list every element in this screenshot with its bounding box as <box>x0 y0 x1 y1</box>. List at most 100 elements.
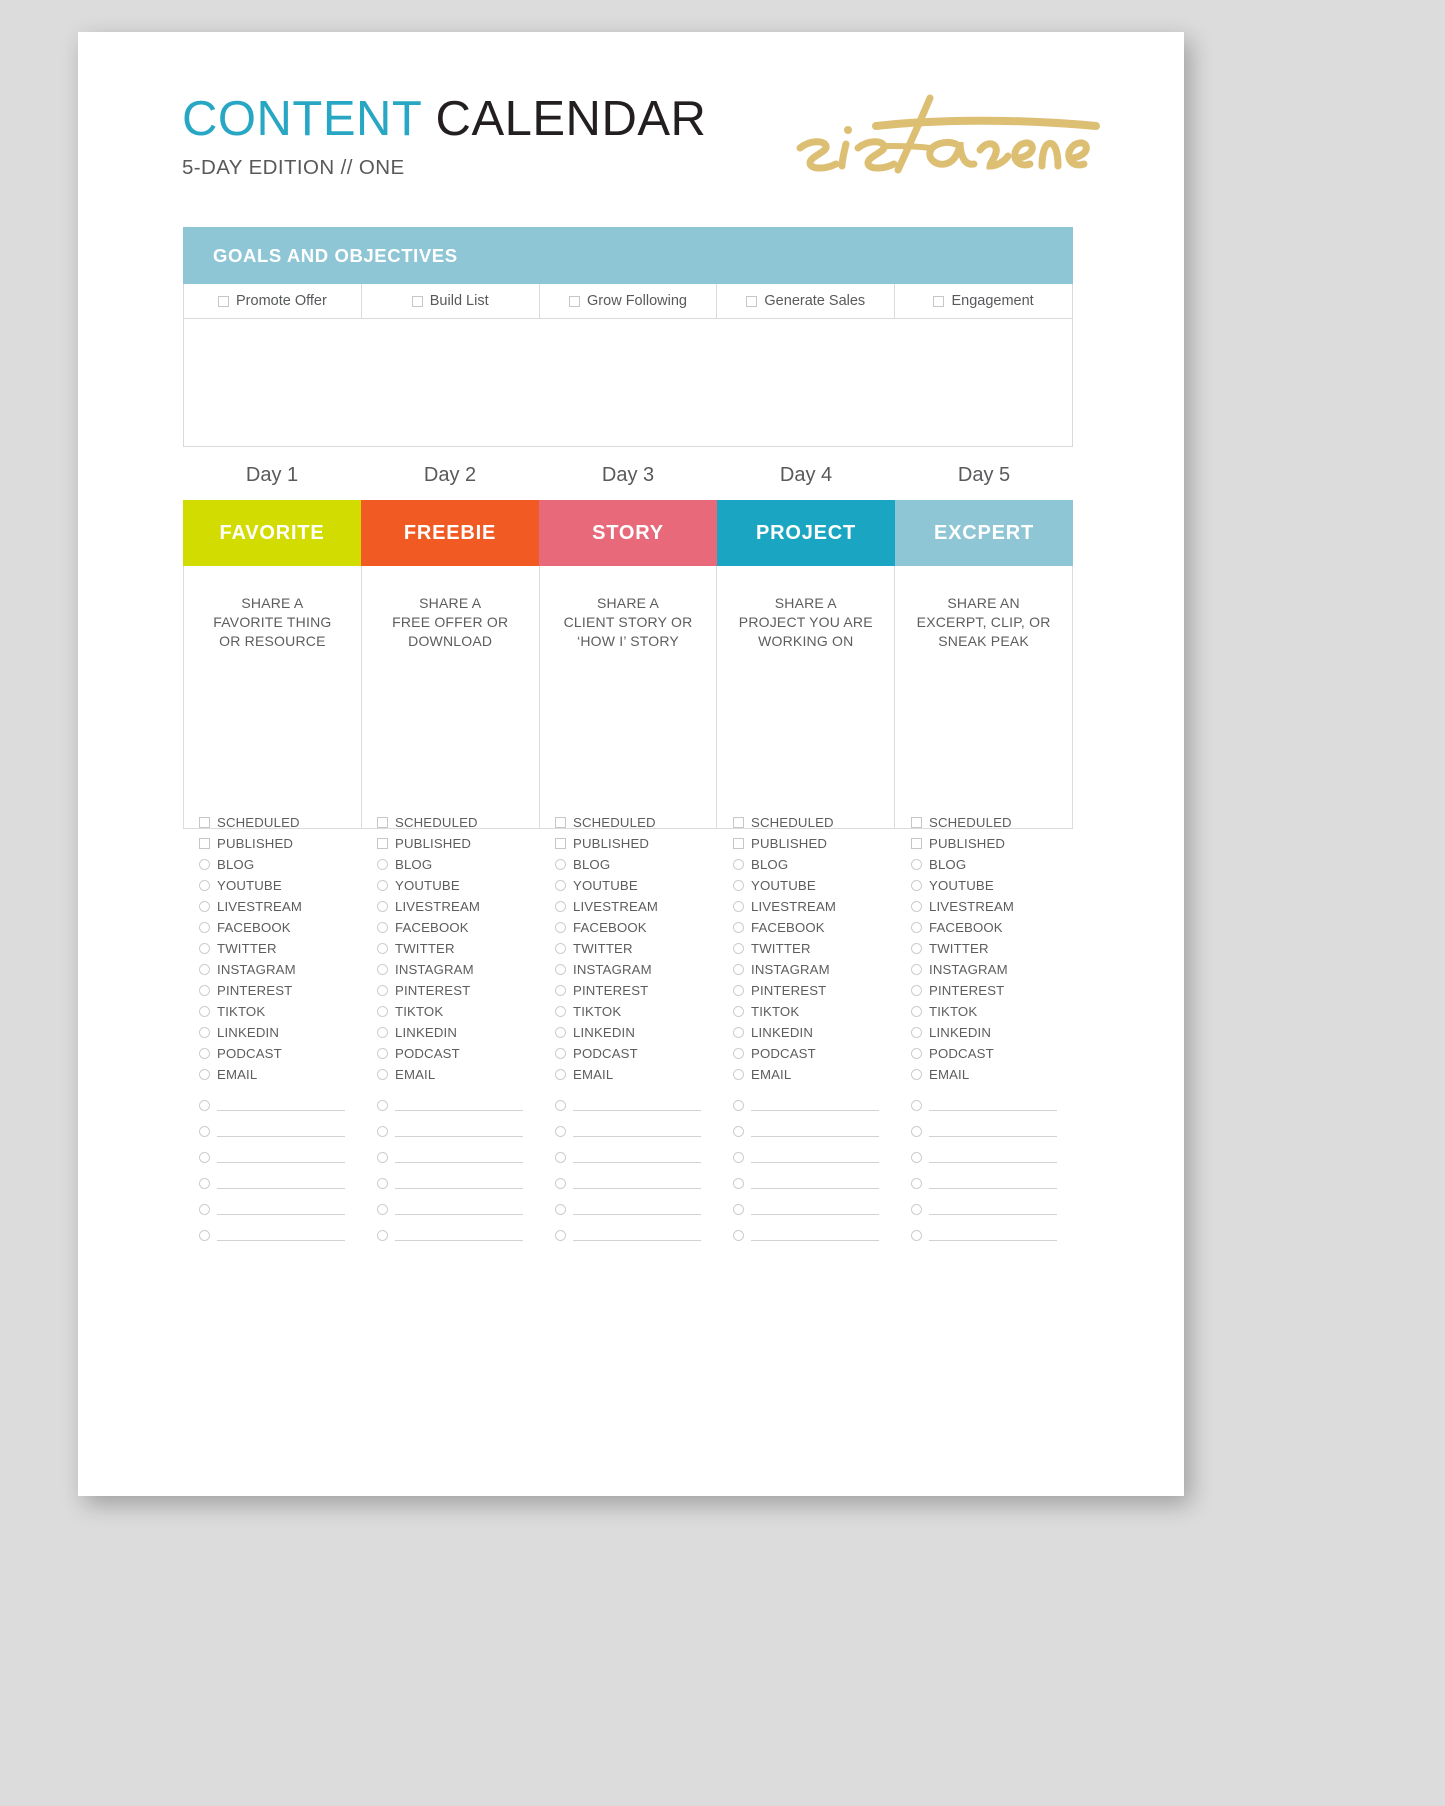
checklist-custom-input[interactable] <box>217 1199 345 1215</box>
day-description-2[interactable]: SHARE A FREE OFFER OR DOWNLOAD <box>362 566 540 828</box>
checkbox-circle-icon[interactable] <box>377 901 388 912</box>
checkbox-circle-icon[interactable] <box>911 901 922 912</box>
checkbox-square-icon[interactable] <box>746 295 758 307</box>
checklist-custom-entry[interactable] <box>733 1215 895 1241</box>
checklist-item-linkedin[interactable]: LINKEDIN <box>733 1022 895 1043</box>
checklist-item-scheduled[interactable]: SCHEDULED <box>377 812 539 833</box>
checkbox-circle-icon[interactable] <box>555 901 566 912</box>
checkbox-circle-icon[interactable] <box>377 985 388 996</box>
checkbox-square-icon[interactable] <box>933 295 945 307</box>
checklist-custom-input[interactable] <box>573 1147 701 1163</box>
checkbox-circle-icon[interactable] <box>199 901 210 912</box>
checklist-item-livestream[interactable]: LIVESTREAM <box>911 896 1073 917</box>
checklist-custom-entry[interactable] <box>555 1163 717 1189</box>
day-description-4[interactable]: SHARE A PROJECT YOU ARE WORKING ON <box>717 566 896 828</box>
checklist-custom-input[interactable] <box>573 1121 701 1137</box>
checkbox-circle-icon[interactable] <box>555 943 566 954</box>
checklist-item-blog[interactable]: BLOG <box>377 854 539 875</box>
checklist-custom-input[interactable] <box>573 1199 701 1215</box>
checklist-item-email[interactable]: EMAIL <box>911 1064 1073 1085</box>
checklist-item-tiktok[interactable]: TIKTOK <box>199 1001 361 1022</box>
checklist-custom-entry[interactable] <box>555 1215 717 1241</box>
checkbox-circle-icon[interactable] <box>911 1178 922 1189</box>
checklist-item-youtube[interactable]: YOUTUBE <box>199 875 361 896</box>
checkbox-square-icon[interactable] <box>911 817 922 828</box>
checkbox-square-icon[interactable] <box>911 838 922 849</box>
checkbox-square-icon[interactable] <box>377 838 388 849</box>
checkbox-circle-icon[interactable] <box>733 922 744 933</box>
checklist-custom-entry[interactable] <box>199 1189 361 1215</box>
checklist-custom-input[interactable] <box>751 1173 879 1189</box>
checkbox-circle-icon[interactable] <box>911 1204 922 1215</box>
checklist-custom-input[interactable] <box>217 1121 345 1137</box>
checklist-custom-entry[interactable] <box>733 1085 895 1111</box>
checkbox-circle-icon[interactable] <box>555 985 566 996</box>
checkbox-circle-icon[interactable] <box>377 880 388 891</box>
checkbox-circle-icon[interactable] <box>555 1178 566 1189</box>
checklist-item-email[interactable]: EMAIL <box>377 1064 539 1085</box>
checkbox-circle-icon[interactable] <box>199 880 210 891</box>
checklist-custom-entry[interactable] <box>911 1137 1073 1163</box>
checklist-custom-input[interactable] <box>395 1173 523 1189</box>
checklist-item-scheduled[interactable]: SCHEDULED <box>911 812 1073 833</box>
checkbox-circle-icon[interactable] <box>733 1006 744 1017</box>
checkbox-circle-icon[interactable] <box>911 1069 922 1080</box>
checkbox-circle-icon[interactable] <box>199 1230 210 1241</box>
checklist-item-published[interactable]: PUBLISHED <box>555 833 717 854</box>
checklist-custom-input[interactable] <box>929 1173 1057 1189</box>
checkbox-circle-icon[interactable] <box>377 964 388 975</box>
checklist-item-email[interactable]: EMAIL <box>733 1064 895 1085</box>
checkbox-square-icon[interactable] <box>199 838 210 849</box>
checklist-custom-input[interactable] <box>929 1199 1057 1215</box>
checklist-item-pinterest[interactable]: PINTEREST <box>377 980 539 1001</box>
checklist-custom-input[interactable] <box>217 1225 345 1241</box>
checklist-custom-entry[interactable] <box>733 1111 895 1137</box>
goal-option-generate-sales[interactable]: Generate Sales <box>717 284 896 318</box>
checkbox-circle-icon[interactable] <box>911 922 922 933</box>
checklist-custom-input[interactable] <box>395 1225 523 1241</box>
checklist-custom-entry[interactable] <box>377 1085 539 1111</box>
checkbox-circle-icon[interactable] <box>199 1100 210 1111</box>
checkbox-circle-icon[interactable] <box>733 901 744 912</box>
checklist-item-facebook[interactable]: FACEBOOK <box>377 917 539 938</box>
checklist-item-pinterest[interactable]: PINTEREST <box>733 980 895 1001</box>
checklist-custom-input[interactable] <box>929 1095 1057 1111</box>
checkbox-circle-icon[interactable] <box>733 964 744 975</box>
checkbox-circle-icon[interactable] <box>199 1048 210 1059</box>
checklist-item-instagram[interactable]: INSTAGRAM <box>911 959 1073 980</box>
checklist-custom-input[interactable] <box>217 1147 345 1163</box>
checkbox-circle-icon[interactable] <box>377 943 388 954</box>
checklist-item-podcast[interactable]: PODCAST <box>377 1043 539 1064</box>
checkbox-circle-icon[interactable] <box>199 1027 210 1038</box>
checkbox-circle-icon[interactable] <box>377 1069 388 1080</box>
checklist-item-instagram[interactable]: INSTAGRAM <box>555 959 717 980</box>
checkbox-square-icon[interactable] <box>733 817 744 828</box>
checkbox-circle-icon[interactable] <box>733 1027 744 1038</box>
checkbox-circle-icon[interactable] <box>555 1126 566 1137</box>
checkbox-circle-icon[interactable] <box>911 859 922 870</box>
checklist-item-youtube[interactable]: YOUTUBE <box>911 875 1073 896</box>
checklist-custom-input[interactable] <box>573 1225 701 1241</box>
checkbox-circle-icon[interactable] <box>733 1152 744 1163</box>
checklist-item-twitter[interactable]: TWITTER <box>911 938 1073 959</box>
checkbox-circle-icon[interactable] <box>555 880 566 891</box>
day-description-1[interactable]: SHARE A FAVORITE THING OR RESOURCE <box>184 566 362 828</box>
checklist-item-pinterest[interactable]: PINTEREST <box>555 980 717 1001</box>
checkbox-circle-icon[interactable] <box>555 922 566 933</box>
checkbox-circle-icon[interactable] <box>555 1048 566 1059</box>
checklist-item-scheduled[interactable]: SCHEDULED <box>733 812 895 833</box>
checkbox-square-icon[interactable] <box>569 295 581 307</box>
checklist-item-facebook[interactable]: FACEBOOK <box>199 917 361 938</box>
checkbox-square-icon[interactable] <box>199 817 210 828</box>
checklist-item-blog[interactable]: BLOG <box>199 854 361 875</box>
checkbox-circle-icon[interactable] <box>733 859 744 870</box>
checklist-item-instagram[interactable]: INSTAGRAM <box>733 959 895 980</box>
checkbox-circle-icon[interactable] <box>555 1152 566 1163</box>
checklist-custom-entry[interactable] <box>199 1163 361 1189</box>
checklist-custom-entry[interactable] <box>911 1163 1073 1189</box>
checkbox-circle-icon[interactable] <box>733 1048 744 1059</box>
checkbox-square-icon[interactable] <box>411 295 423 307</box>
checklist-item-podcast[interactable]: PODCAST <box>199 1043 361 1064</box>
checklist-custom-entry[interactable] <box>555 1111 717 1137</box>
checklist-item-twitter[interactable]: TWITTER <box>733 938 895 959</box>
